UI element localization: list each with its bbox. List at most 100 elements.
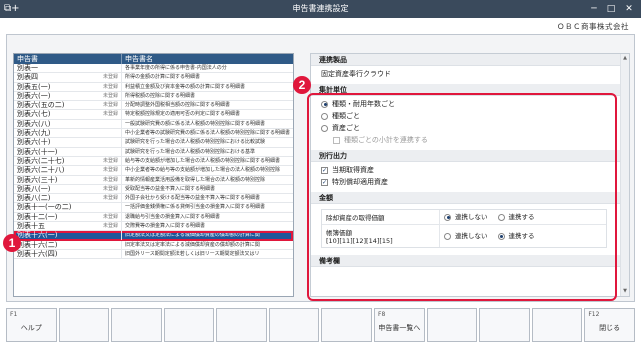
form-name: 別表六(三十) — [17, 175, 58, 184]
table-row[interactable]: 別表六(三十) 未登録 革新的情報産業活用設備を取得した場合の法人税額の特別控除 — [14, 175, 293, 185]
function-key-3[interactable] — [111, 308, 162, 342]
form-name: 別表六(二十八) — [17, 166, 65, 175]
table-row[interactable]: 別表六(十) 試験研究を行った場合の法人税額の特別控除における比較試験 — [14, 138, 293, 148]
table-row[interactable]: 別表六(二十八) 未登録 中小企業者等の給与等の支給額が増加した場合の法人税額の特別… — [14, 166, 293, 176]
form-desc: 試験研究を行った場合の法人税額の特別控除における比較試験 — [125, 139, 266, 146]
table-row[interactable]: 別表六(九) 中小企業者等の試験研究費の額に係る法人税額の特別控除に関する明細書 — [14, 129, 293, 139]
function-key-2[interactable] — [58, 308, 110, 342]
form-desc: 利益積立金額及び資本金等の額の計算に関する明細書 — [125, 83, 246, 90]
minimize-icon[interactable]: ─ — [587, 2, 601, 16]
form-desc: 一括評価金銭債権に係る貸倒引当金の損金算入に関する明細書 — [125, 204, 266, 211]
form-desc: 外国子会社から受ける配当等の益金不算入等に関する明細書 — [125, 195, 261, 202]
form-desc: 各事業年度の所得に係る申告書-内国法人の分 — [125, 65, 227, 71]
form-cell: 別表六(十一) — [14, 147, 122, 156]
callout-badge-2: 2 — [293, 76, 311, 94]
function-key-10[interactable] — [479, 308, 530, 342]
form-name: 別表六(一) — [17, 91, 51, 100]
table-row[interactable]: 別表十五 未登録 交際費等の損金算入に関する明細書 — [14, 222, 293, 232]
function-key-5[interactable] — [216, 308, 267, 342]
title-bar: ⧉+ 申告書連携設定 ─ □ ✕ — [0, 0, 641, 18]
function-key-bar: F1 ヘルプ F8 申告書一覧へ F12 閉じる — [6, 308, 635, 342]
form-name: 別表五(一) — [17, 82, 51, 91]
table-row[interactable]: 別表四 未登録 所得の金額の計算に関する明細書 — [14, 73, 293, 83]
function-key-11[interactable] — [531, 308, 583, 342]
table-row[interactable]: 別表六(八) 一般試験研究費の額に係る法人税額の特別控除に関する明細書 — [14, 119, 293, 130]
form-desc: 中小企業者等の試験研究費の額に係る法人税額の特別控除に関する明細書 — [125, 130, 291, 137]
function-key-9[interactable] — [426, 308, 478, 342]
form-name: 別表十二(一) — [17, 212, 58, 221]
product-value: 固定資産奉行クラウド — [321, 70, 391, 78]
table-row[interactable]: 別表六(五の二) 未登録 分配時調整外国税相当額の控除に関する明細書 — [14, 101, 293, 111]
form-cell: 別表六(十) — [14, 138, 122, 147]
table-row[interactable]: 別表十六(一) 旧定額法又は定額法による減価償却資産の償却額の計算に関 — [14, 231, 293, 241]
table-row[interactable]: 別表六(十一) 試験研究を行った場合の法人税額の特別控除における基準 — [14, 147, 293, 157]
form-desc: 中小企業者等の給与等の支給額が増加した場合の法人税額の特別控除 — [125, 167, 281, 174]
form-cell: 別表十六(二) — [14, 240, 122, 249]
vertical-scrollbar[interactable]: ▲ ▼ — [620, 54, 629, 296]
form-name: 別表十一(一の二) — [17, 203, 72, 212]
form-cell: 別表四 未登録 — [14, 73, 122, 82]
highlight-frame — [307, 93, 617, 301]
status-label: 未登録 — [102, 157, 118, 164]
table-row[interactable]: 別表六(一) 未登録 所得税額の控除に関する明細書 — [14, 91, 293, 102]
form-desc: 革新的情報産業活用設備を取得した場合の法人税額の特別控除 — [125, 176, 266, 183]
status-label: 未登録 — [102, 92, 118, 99]
form-desc: 交際費等の損金算入に関する明細書 — [125, 223, 206, 230]
scroll-up-icon[interactable]: ▲ — [621, 54, 629, 63]
table-row[interactable]: 別表十二(一) 未登録 退職給与引当金の損金算入に関する明細書 — [14, 212, 293, 223]
status-label: 未登録 — [102, 83, 118, 90]
maximize-icon[interactable]: □ — [604, 2, 618, 16]
function-key-8[interactable]: F8 申告書一覧へ — [374, 308, 425, 342]
form-desc: 給与等の支給額が増加した場合の法人税額の特別控除に関する明細書 — [125, 157, 281, 164]
table-row[interactable]: 別表一 各事業年度の所得に係る申告書-内国法人の分 — [14, 64, 293, 74]
status-label: 未登録 — [102, 195, 118, 202]
form-cell: 別表五(一) 未登録 — [14, 82, 122, 91]
callout-badge-1: 1 — [3, 234, 21, 252]
form-cell: 別表六(三十) 未登録 — [14, 175, 122, 184]
function-key-12[interactable]: F12 閉じる — [584, 308, 635, 342]
form-cell: 別表六(五の二) 未登録 — [14, 101, 122, 110]
form-name: 別表四 — [17, 73, 38, 82]
function-key-4[interactable] — [163, 308, 215, 342]
close-icon[interactable]: ✕ — [622, 2, 636, 16]
table-row[interactable]: 別表八(二) 未登録 外国子会社から受ける配当等の益金不算入等に関する明細書 — [14, 194, 293, 204]
function-key-number: F12 — [588, 311, 600, 318]
form-name: 別表十五 — [17, 222, 45, 231]
form-desc: 所得の金額の計算に関する明細書 — [125, 74, 201, 81]
form-cell: 別表六(二十八) 未登録 — [14, 166, 122, 175]
form-desc: 受取配当等の益金不算入に関する明細書 — [125, 185, 216, 192]
form-name: 別表六(十一) — [17, 147, 58, 156]
form-cell: 別表六(一) 未登録 — [14, 91, 122, 101]
window: ⧉+ 申告書連携設定 ─ □ ✕ ＯＢＣ商事株式会社 申告書 申告書名 別表一 各… — [0, 0, 641, 346]
function-key-number: F1 — [10, 311, 18, 318]
function-key-6[interactable] — [268, 308, 320, 342]
function-key-7[interactable] — [321, 308, 373, 342]
table-row[interactable]: 別表十一(一の二) 一括評価金銭債権に係る貸倒引当金の損金算入に関する明細書 — [14, 203, 293, 213]
column-header-form-name[interactable]: 申告書名 — [122, 54, 293, 64]
table-row[interactable]: 別表十六(四) 旧国外リース期間定額法若しくは旧リース期間定額法又はリ — [14, 249, 293, 260]
status-label: 未登録 — [102, 102, 118, 109]
status-label: 未登録 — [102, 213, 118, 220]
status-label: 未登録 — [102, 111, 118, 118]
form-cell: 別表六(七) 未登録 — [14, 110, 122, 119]
form-desc: 旧定額法又は定額法による減価償却資産の償却額の計算に関 — [125, 232, 260, 239]
form-desc: 退職給与引当金の損金算入に関する明細書 — [125, 213, 221, 220]
function-key-1[interactable]: F1 ヘルプ — [6, 308, 57, 342]
form-cell: 別表十六(一) — [14, 231, 122, 240]
scroll-down-icon[interactable]: ▼ — [621, 287, 629, 296]
form-cell: 別表一 — [14, 64, 122, 73]
form-desc: 所得税額の控除に関する明細書 — [125, 92, 196, 99]
table-row[interactable]: 別表六(七) 未登録 特定税額控除規定の適用可否の判定に関する明細書 — [14, 110, 293, 120]
form-name: 別表一 — [17, 64, 38, 72]
form-cell: 別表六(八) — [14, 119, 122, 129]
column-header-form[interactable]: 申告書 — [14, 54, 122, 64]
form-desc: 特定税額控除規定の適用可否の判定に関する明細書 — [125, 111, 241, 118]
table-row[interactable]: 別表六(二十七) 未登録 給与等の支給額が増加した場合の法人税額の特別控除に関する明… — [14, 156, 293, 167]
table-row[interactable]: 別表五(一) 未登録 利益積立金額及び資本金等の額の計算に関する明細書 — [14, 82, 293, 92]
table-row[interactable]: 別表八(一) 未登録 受取配当等の益金不算入に関する明細書 — [14, 184, 293, 195]
form-cell: 別表六(九) — [14, 129, 122, 138]
table-row[interactable]: 別表十六(二) 旧定率法又は定率法による減価償却資産の償却額の計算に関 — [14, 240, 293, 250]
form-cell: 別表十一(一の二) — [14, 203, 122, 212]
function-key-label: 申告書一覧へ — [378, 324, 421, 332]
form-desc: 試験研究を行った場合の法人税額の特別控除における基準 — [125, 148, 256, 155]
